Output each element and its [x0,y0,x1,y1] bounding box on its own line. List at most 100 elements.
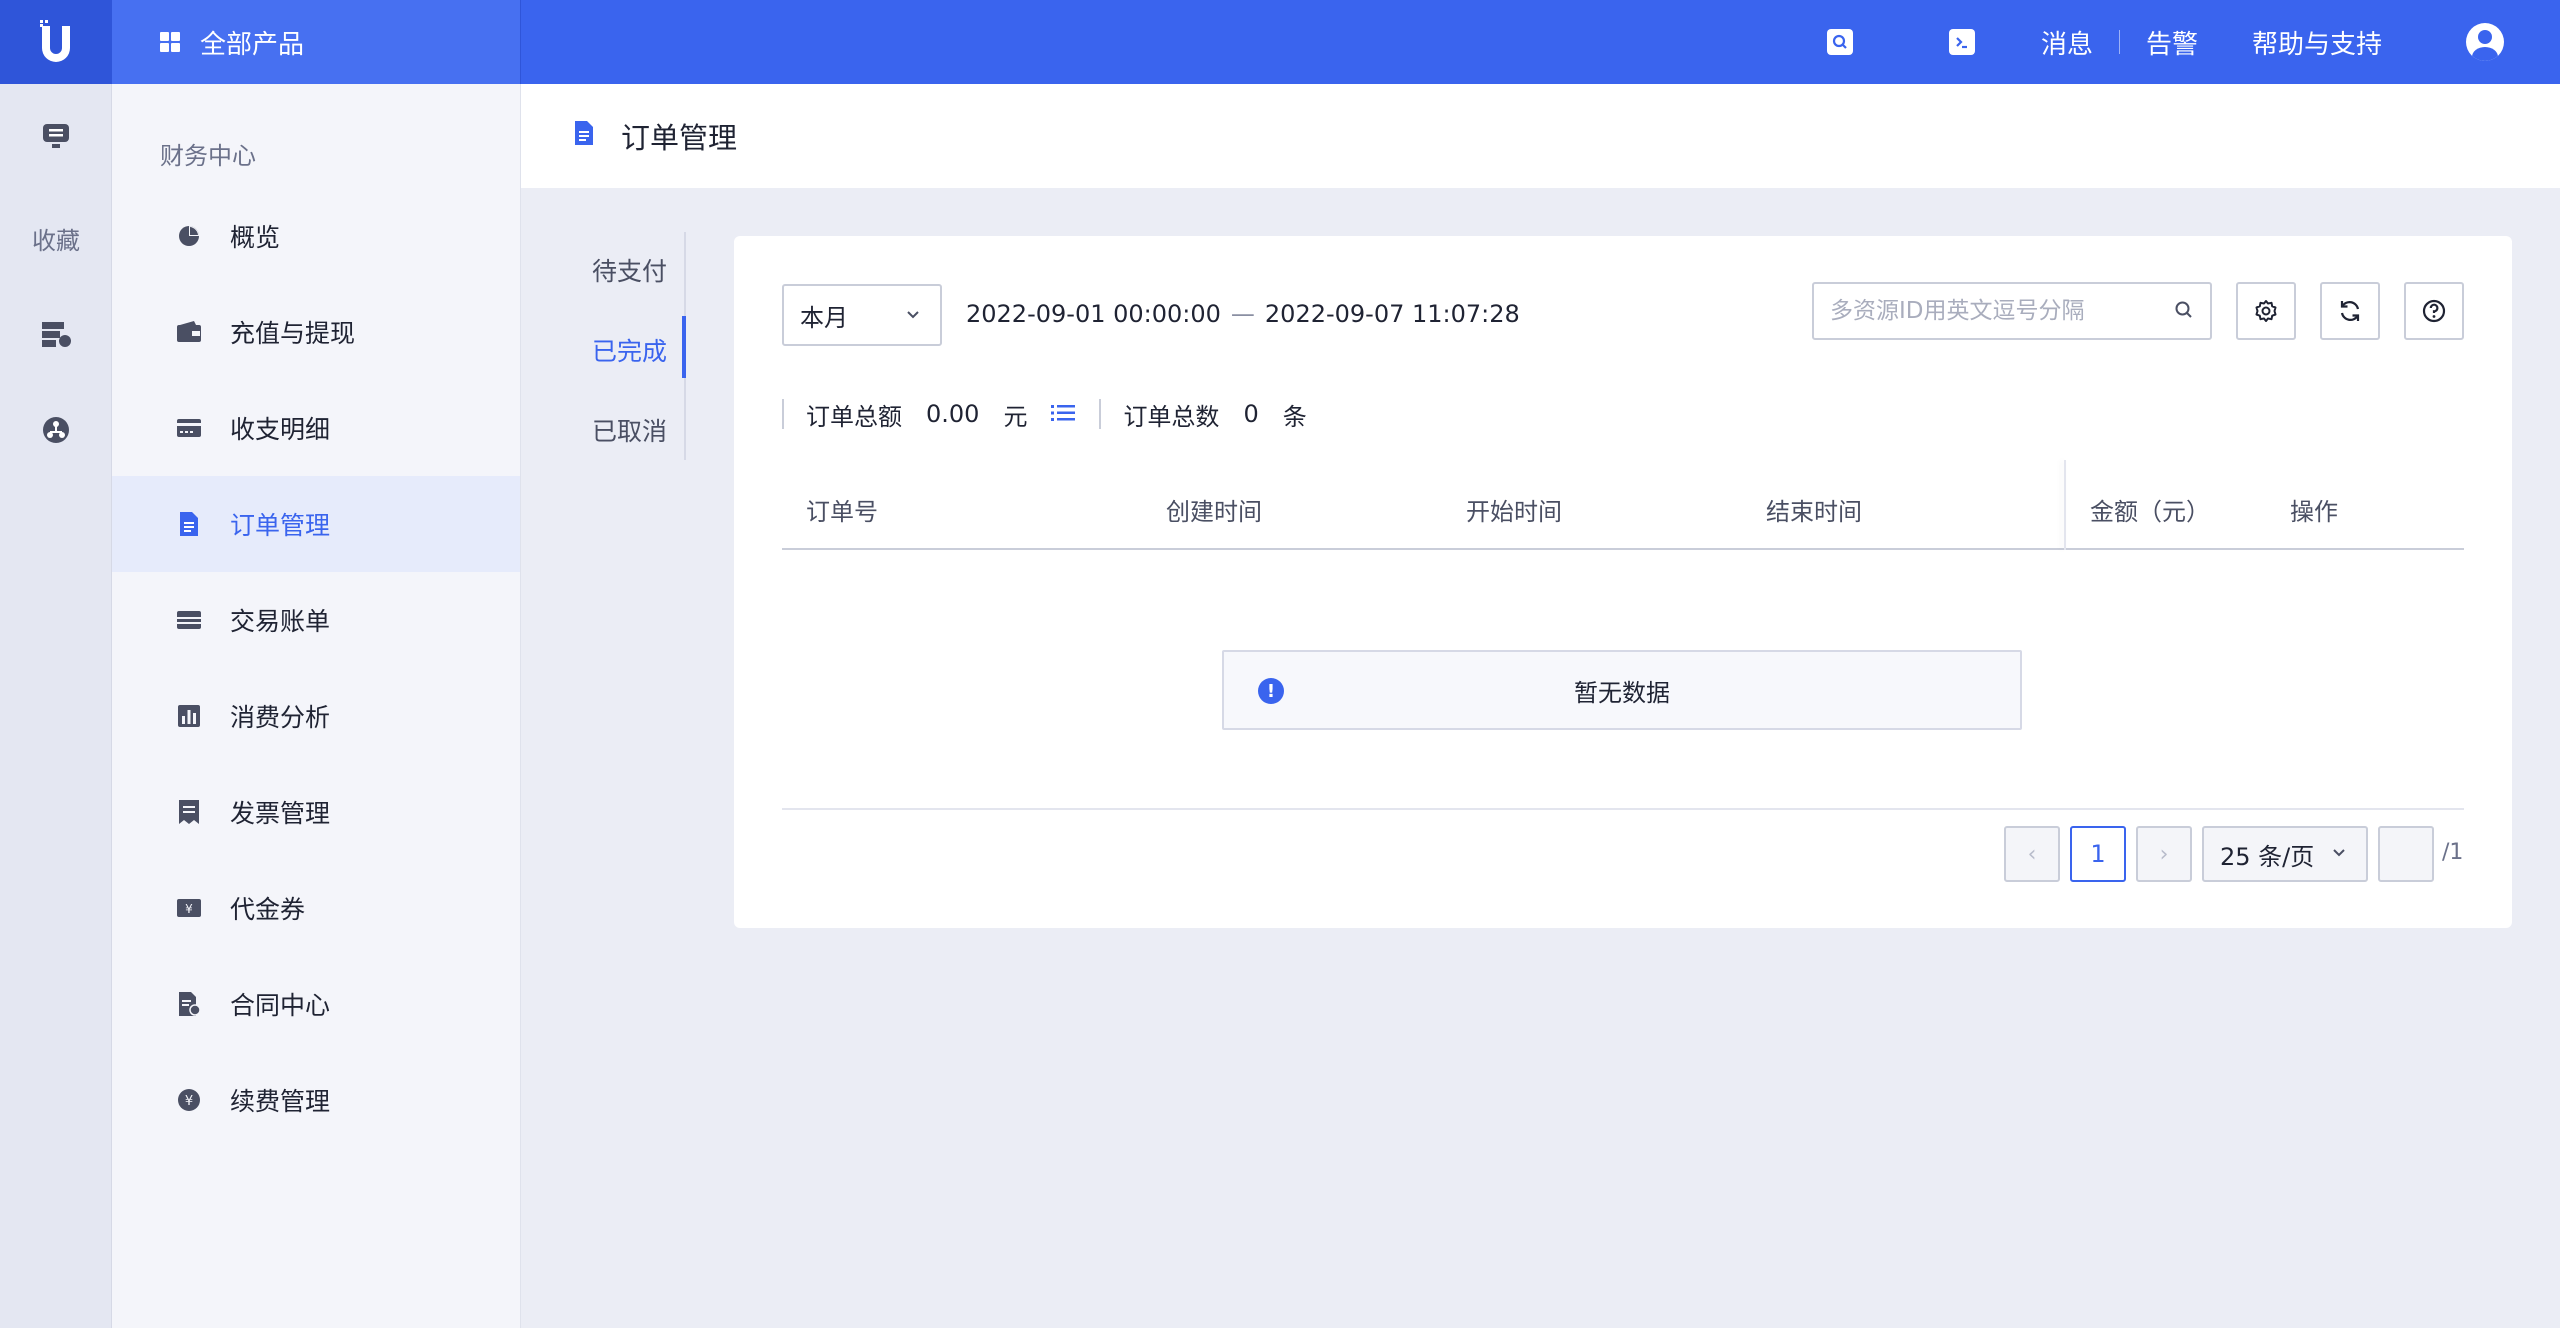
page-title: 订单管理 [621,121,738,155]
renewal-icon: ¥ [176,1087,202,1113]
search-resource-icon[interactable] [1826,29,1853,55]
document-icon [573,119,595,154]
rail-favorites[interactable]: 收藏 [0,218,112,258]
sidebar-item-label: 续费管理 [230,1087,331,1116]
left-rail: 收藏 [0,84,112,1328]
date-dash: — [1230,300,1255,328]
sidebar-item-recharge[interactable]: 充值与提现 [112,284,520,380]
divider [1099,399,1102,429]
rail-monitor-icon[interactable] [0,116,112,156]
search-icon[interactable] [2174,300,2194,320]
column-amount: 金额（元） [2090,498,2210,526]
sidebar-item-label: 合同中心 [230,991,331,1020]
all-products-label: 全部产品 [200,29,305,60]
settings-button[interactable] [2236,282,2296,340]
terminal-icon[interactable] [1948,29,1975,55]
sidebar-item-orders[interactable]: 订单管理 [112,476,520,572]
divider [782,399,784,429]
sidebar-item-label: 收支明细 [230,415,331,444]
rail-favorites-label: 收藏 [32,226,80,255]
sidebar-item-invoices[interactable]: 发票管理 [112,764,520,860]
top-right-nav: 消息 告警 帮助与支持 [1826,0,2560,84]
status-tabs: 待支付 已完成 已取消 [580,232,686,460]
avatar[interactable] [2466,23,2504,61]
chevron-down-icon [2333,849,2345,857]
current-page-button[interactable]: 1 [2070,826,2126,882]
tab-cancelled[interactable]: 已取消 [592,412,667,448]
sidebar-item-overview[interactable]: 概览 [112,188,520,284]
wallet-icon [176,319,202,345]
sidebar-item-label: 发票管理 [230,799,331,828]
refresh-button[interactable] [2320,282,2380,340]
date-range[interactable]: 2022-09-01 00:00:00 — 2022-09-07 11:07:28 [966,300,1520,328]
rail-storage-icon[interactable] [0,314,112,354]
page-size-select[interactable]: 25 条/页 [2202,826,2368,882]
column-end-time: 结束时间 [1766,498,1862,526]
total-count-label: 订单总数 [1123,402,1220,431]
invoice-icon [176,799,202,825]
column-order-id: 订单号 [806,498,878,526]
page-jump-input[interactable] [2378,826,2434,882]
empty-state-text: 暂无数据 [1574,678,1670,707]
ledger-icon [176,607,202,633]
svg-text:¥: ¥ [185,902,193,916]
total-count-unit: 条 [1282,402,1307,431]
sidebar-item-bills[interactable]: 交易账单 [112,572,520,668]
chevron-down-icon [907,311,919,319]
total-amount-unit: 元 [1003,402,1028,431]
tab-pending[interactable]: 待支付 [592,252,667,288]
period-select-value: 本月 [800,303,848,332]
table-header: 订单号 创建时间 开始时间 结束时间 金额（元） 操作 [782,460,2464,550]
sidebar-item-label: 交易账单 [230,607,331,636]
sidebar-item-label: 概览 [230,223,281,252]
column-created-time: 创建时间 [1166,498,1262,526]
sidebar-item-vouchers[interactable]: ¥ 代金券 [112,860,520,956]
total-amount-value: 0.00 [926,400,980,428]
page-header: 订单管理 [521,84,2560,188]
logo[interactable] [0,0,112,84]
tab-completed[interactable]: 已完成 [592,332,667,368]
finance-sidebar: 财务中心 概览 充值与提现 收支明细 订单管理 交易账单 消费分析 发票管理 ¥… [112,84,521,1328]
page-size-value: 25 条/页 [2220,842,2315,871]
total-amount-label: 订单总额 [806,402,902,431]
sidebar-item-renewals[interactable]: ¥ 续费管理 [112,1052,520,1148]
sidebar-title: 财务中心 [160,142,256,170]
list-icon[interactable] [1051,400,1076,428]
help-support-link[interactable]: 帮助与支持 [2252,24,2382,61]
bar-chart-icon [176,703,202,729]
rail-network-icon[interactable] [0,410,112,450]
sidebar-item-transactions[interactable]: 收支明细 [112,380,520,476]
logo-icon [40,20,70,62]
next-page-button[interactable]: › [2136,826,2192,882]
pie-chart-icon [176,223,202,249]
sidebar-item-analysis[interactable]: 消费分析 [112,668,520,764]
prev-page-button[interactable]: ‹ [2004,826,2060,882]
info-icon: ! [1258,678,1284,704]
date-end: 2022-09-07 11:07:28 [1264,300,1520,328]
column-start-time: 开始时间 [1466,498,1562,526]
messages-link[interactable]: 消息 [2041,24,2093,61]
sidebar-item-contracts[interactable]: 合同中心 [112,956,520,1052]
orders-card: 本月 2022-09-01 00:00:00 — 2022-09-07 11:07:… [734,236,2512,928]
contract-icon [176,991,202,1017]
refresh-icon [2340,301,2360,321]
alerts-link[interactable]: 告警 [2146,24,2198,61]
grid-icon [160,32,180,52]
gear-icon [2255,300,2277,322]
search-input[interactable] [1814,284,2154,338]
sidebar-item-label: 充值与提现 [230,319,356,348]
card-icon [176,415,202,441]
all-products-menu[interactable]: 全部产品 [112,0,521,84]
total-count-value: 0 [1243,400,1259,428]
total-pages: /1 [2442,840,2464,865]
svg-text:¥: ¥ [185,1094,193,1109]
resource-search [1812,282,2212,340]
date-start: 2022-09-01 00:00:00 [966,300,1221,328]
order-summary: 订单总额 0.00 元 订单总数 0 条 [782,396,1307,432]
voucher-icon: ¥ [176,895,202,921]
column-actions: 操作 [2290,498,2338,526]
fixed-column-divider [2064,460,2066,550]
divider [782,808,2464,810]
period-select[interactable]: 本月 [782,284,942,346]
help-button[interactable] [2404,282,2464,340]
